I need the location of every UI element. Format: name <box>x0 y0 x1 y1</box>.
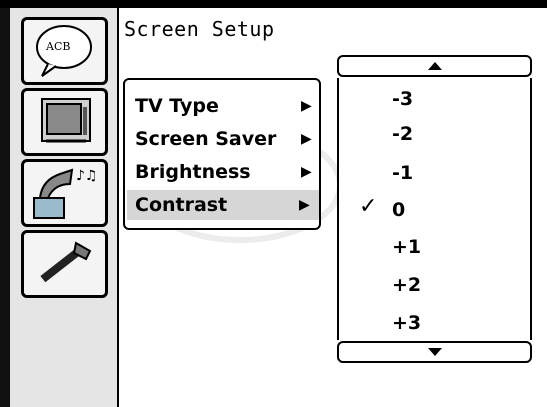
contrast-value-list: -3 -2 -1 ✓ 0 +1 +2 +3 <box>337 78 532 340</box>
bubble-letter-a: ACB <box>45 40 70 53</box>
checkmark-icon: ✓ <box>359 194 378 219</box>
value-option[interactable]: +2 <box>392 270 421 300</box>
abc-speech-bubble-icon: ACB <box>36 25 92 77</box>
audio-category-button[interactable]: ♪♫ <box>21 159 108 227</box>
top-rule <box>0 0 547 8</box>
menu-item-label: Brightness <box>135 161 251 183</box>
screen-category-button[interactable] <box>21 88 108 156</box>
menu-item-tv-type[interactable]: TV Type ▶ <box>135 91 321 121</box>
submenu-arrow-icon: ▶ <box>299 197 310 213</box>
submenu-arrow-icon: ▶ <box>301 98 312 114</box>
value-option-selected[interactable]: 0 <box>392 195 405 225</box>
submenu-arrow-icon: ▶ <box>301 131 312 147</box>
value-option[interactable]: -3 <box>392 84 413 114</box>
menu-item-screen-saver[interactable]: Screen Saver ▶ <box>135 124 321 154</box>
menu-item-label: Contrast <box>135 194 228 216</box>
arrow-down-icon <box>428 348 442 356</box>
svg-text:♪♫: ♪♫ <box>76 168 98 184</box>
menu-item-brightness[interactable]: Brightness ▶ <box>135 157 321 187</box>
menu-item-label: Screen Saver <box>135 128 277 150</box>
settings-menu: TV Type ▶ Screen Saver ▶ Brightness ▶ Co… <box>123 78 321 230</box>
page-title: Screen Setup <box>124 17 275 41</box>
menu-item-contrast[interactable]: Contrast ▶ <box>127 190 319 220</box>
hammer-icon <box>40 241 92 283</box>
submenu-arrow-icon: ▶ <box>301 164 312 180</box>
menu-item-label: TV Type <box>135 95 219 117</box>
rail-edge <box>0 8 10 407</box>
language-category-button[interactable]: ACB <box>21 17 108 85</box>
gramophone-icon: ♪♫ <box>33 168 98 219</box>
value-option[interactable]: -1 <box>392 158 413 188</box>
tv-screen-icon <box>41 98 91 143</box>
scroll-up-button[interactable] <box>337 55 532 77</box>
arrow-up-icon <box>428 62 442 70</box>
value-option[interactable]: -2 <box>392 119 413 149</box>
scroll-down-button[interactable] <box>337 341 532 363</box>
tools-category-button[interactable] <box>21 230 108 298</box>
value-option[interactable]: +3 <box>392 308 421 338</box>
value-option[interactable]: +1 <box>392 232 421 262</box>
